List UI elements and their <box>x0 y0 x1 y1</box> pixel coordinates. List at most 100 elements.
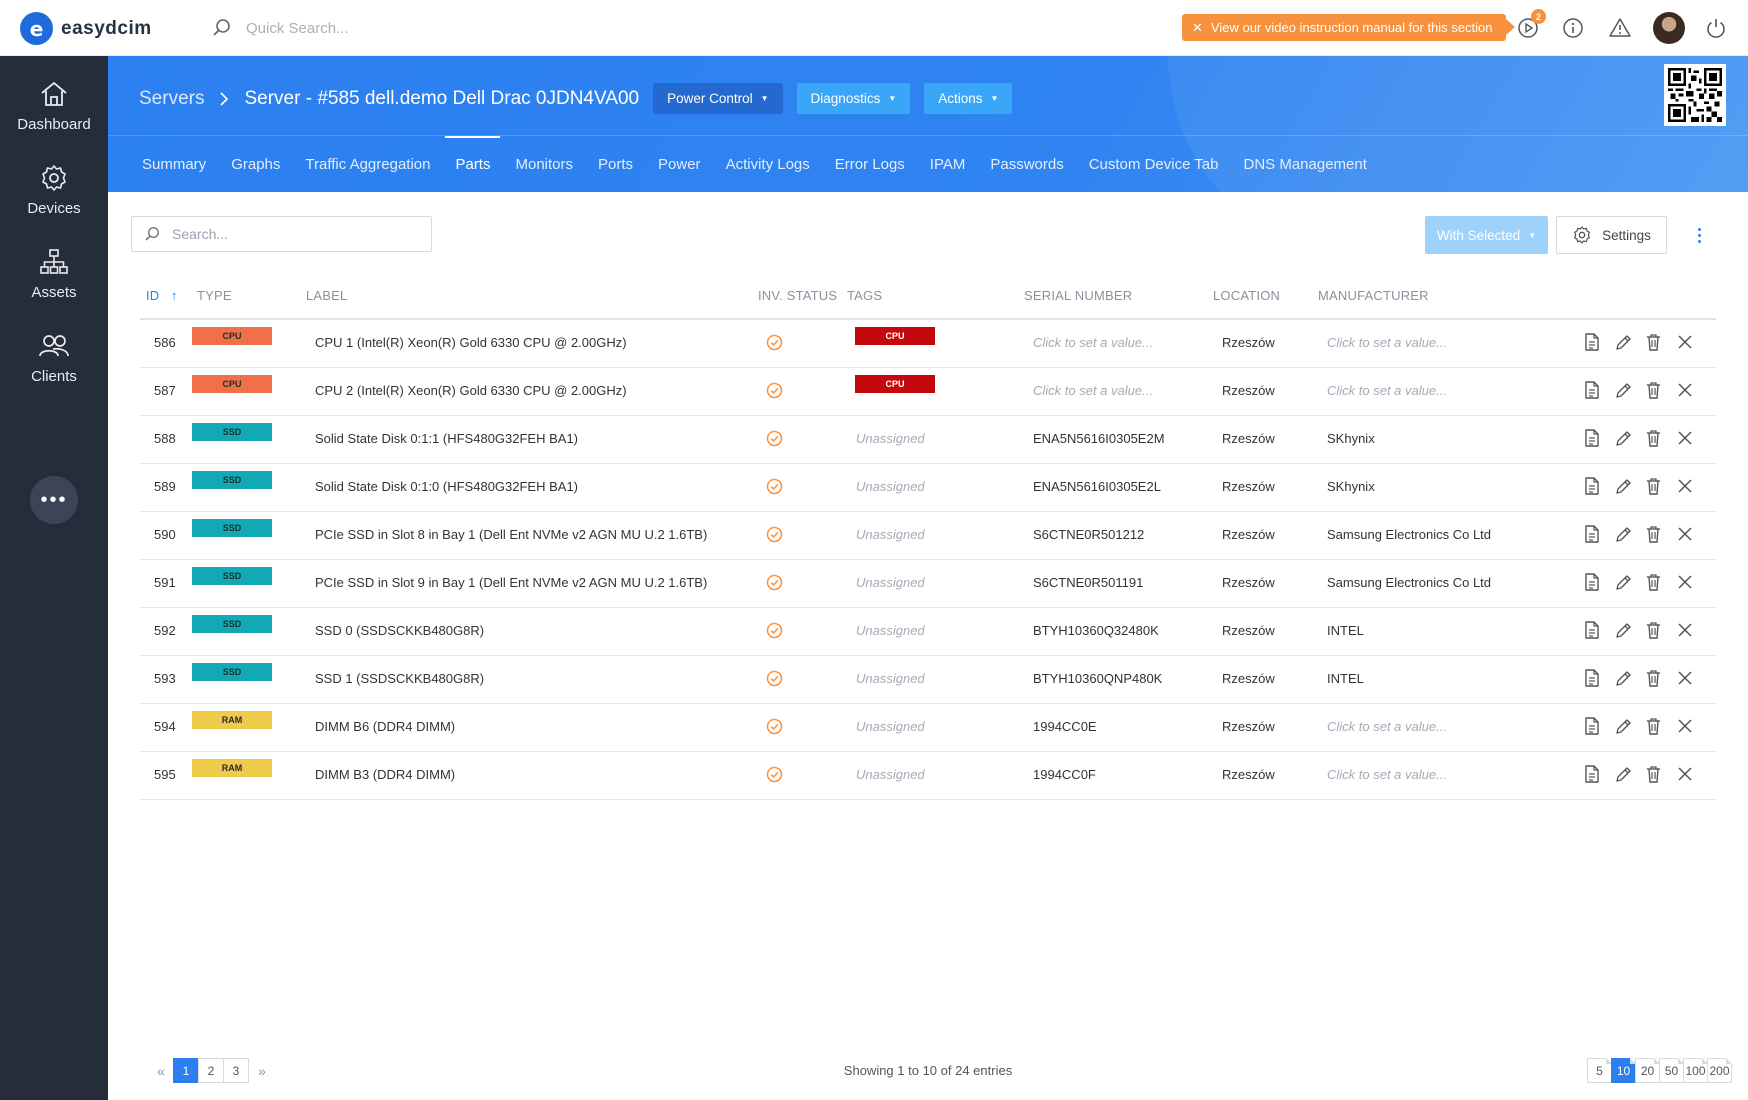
check-circle-icon[interactable] <box>766 334 783 351</box>
row-label[interactable]: PCIe SSD in Slot 8 in Bay 1 (Dell Ent NV… <box>315 527 707 542</box>
tag-unassigned[interactable]: Unassigned <box>856 431 925 446</box>
sidebar-item-clients[interactable]: Clients <box>0 332 108 385</box>
trash-icon[interactable] <box>1644 380 1663 400</box>
column-header-inv-status[interactable]: INV. STATUS <box>758 288 837 303</box>
tag-unassigned[interactable]: Unassigned <box>856 671 925 686</box>
row-label[interactable]: Solid State Disk 0:1:1 (HFS480G32FEH BA1… <box>315 431 578 446</box>
check-circle-icon[interactable] <box>766 670 783 687</box>
column-header-label[interactable]: LABEL <box>306 288 347 303</box>
row-serial-number[interactable]: Click to set a value... <box>1033 335 1153 350</box>
previous-page-icon[interactable]: « <box>148 1058 174 1083</box>
warning-icon[interactable] <box>1608 16 1632 40</box>
power-control-button[interactable]: Power Control ▼ <box>653 83 783 114</box>
edit-pencil-icon[interactable] <box>1613 764 1632 784</box>
tab-ports[interactable]: Ports <box>598 156 633 173</box>
document-icon[interactable] <box>1582 668 1601 688</box>
row-label[interactable]: DIMM B3 (DDR4 DIMM) <box>315 767 455 782</box>
document-icon[interactable] <box>1582 428 1601 448</box>
page-size-option[interactable]: 200 <box>1707 1058 1732 1083</box>
edit-pencil-icon[interactable] <box>1613 332 1632 352</box>
column-header-id[interactable]: ID ↑ <box>146 288 178 303</box>
tab-passwords[interactable]: Passwords <box>990 156 1063 173</box>
row-label[interactable]: SSD 1 (SSDSCKKB480G8R) <box>315 671 484 686</box>
trash-icon[interactable] <box>1644 572 1663 592</box>
video-manual-banner[interactable]: ✕ View our video instruction manual for … <box>1182 14 1516 41</box>
edit-pencil-icon[interactable] <box>1613 620 1632 640</box>
tab-traffic-aggregation[interactable]: Traffic Aggregation <box>305 156 430 173</box>
row-serial-number[interactable]: 1994CC0E <box>1033 719 1097 734</box>
edit-pencil-icon[interactable] <box>1613 524 1632 544</box>
trash-icon[interactable] <box>1644 764 1663 784</box>
row-label[interactable]: CPU 1 (Intel(R) Xeon(R) Gold 6330 CPU @ … <box>315 335 627 350</box>
tab-dns-management[interactable]: DNS Management <box>1244 156 1367 173</box>
edit-pencil-icon[interactable] <box>1613 380 1632 400</box>
row-manufacturer[interactable]: Click to set a value... <box>1327 383 1447 398</box>
tab-error-logs[interactable]: Error Logs <box>835 156 905 173</box>
trash-icon[interactable] <box>1644 332 1663 352</box>
close-icon[interactable] <box>1675 764 1694 784</box>
tab-ipam[interactable]: IPAM <box>930 156 966 173</box>
info-icon[interactable] <box>1561 16 1585 40</box>
edit-pencil-icon[interactable] <box>1613 476 1632 496</box>
settings-button[interactable]: Settings <box>1556 216 1667 254</box>
row-label[interactable]: PCIe SSD in Slot 9 in Bay 1 (Dell Ent NV… <box>315 575 707 590</box>
with-selected-button[interactable]: With Selected ▼ <box>1425 216 1548 254</box>
column-header-tags[interactable]: TAGS <box>847 288 882 303</box>
row-manufacturer[interactable]: SKhynix <box>1327 479 1375 494</box>
page-size-option[interactable]: 20 <box>1635 1058 1660 1083</box>
row-serial-number[interactable]: ENA5N5616I0305E2L <box>1033 479 1161 494</box>
trash-icon[interactable] <box>1644 716 1663 736</box>
close-icon[interactable] <box>1675 716 1694 736</box>
table-row[interactable]: 593 SSD SSD 1 (SSDSCKKB480G8R) Unassigne… <box>140 656 1716 704</box>
tag-unassigned[interactable]: Unassigned <box>856 767 925 782</box>
check-circle-icon[interactable] <box>766 574 783 591</box>
close-icon[interactable] <box>1675 572 1694 592</box>
check-circle-icon[interactable] <box>766 478 783 495</box>
table-row[interactable]: 592 SSD SSD 0 (SSDSCKKB480G8R) Unassigne… <box>140 608 1716 656</box>
kebab-menu-icon[interactable] <box>1692 222 1706 248</box>
edit-pencil-icon[interactable] <box>1613 428 1632 448</box>
edit-pencil-icon[interactable] <box>1613 668 1632 688</box>
trash-icon[interactable] <box>1644 524 1663 544</box>
trash-icon[interactable] <box>1644 668 1663 688</box>
edit-pencil-icon[interactable] <box>1613 716 1632 736</box>
check-circle-icon[interactable] <box>766 622 783 639</box>
row-serial-number[interactable]: BTYH10360Q32480K <box>1033 623 1159 638</box>
video-play-icon[interactable]: 2 <box>1516 9 1546 40</box>
quick-search[interactable]: Quick Search... <box>212 18 349 38</box>
row-manufacturer[interactable]: Click to set a value... <box>1327 719 1447 734</box>
more-menu-button[interactable]: ••• <box>30 476 78 524</box>
tab-parts[interactable]: Parts <box>445 136 501 173</box>
row-label[interactable]: CPU 2 (Intel(R) Xeon(R) Gold 6330 CPU @ … <box>315 383 627 398</box>
table-row[interactable]: 589 SSD Solid State Disk 0:1:0 (HFS480G3… <box>140 464 1716 512</box>
page-button[interactable]: 1 <box>173 1058 199 1083</box>
row-manufacturer[interactable]: INTEL <box>1327 623 1364 638</box>
document-icon[interactable] <box>1582 380 1601 400</box>
row-manufacturer[interactable]: Samsung Electronics Co Ltd <box>1327 575 1491 590</box>
row-serial-number[interactable]: 1994CC0F <box>1033 767 1096 782</box>
row-serial-number[interactable]: ENA5N5616I0305E2M <box>1033 431 1165 446</box>
table-row[interactable]: 594 RAM DIMM B6 (DDR4 DIMM) Unassigned 1… <box>140 704 1716 752</box>
row-label[interactable]: DIMM B6 (DDR4 DIMM) <box>315 719 455 734</box>
trash-icon[interactable] <box>1644 476 1663 496</box>
document-icon[interactable] <box>1582 524 1601 544</box>
row-manufacturer[interactable]: Samsung Electronics Co Ltd <box>1327 527 1491 542</box>
tab-monitors[interactable]: Monitors <box>515 156 573 173</box>
check-circle-icon[interactable] <box>766 718 783 735</box>
document-icon[interactable] <box>1582 620 1601 640</box>
row-manufacturer[interactable]: SKhynix <box>1327 431 1375 446</box>
tab-power[interactable]: Power <box>658 156 701 173</box>
table-row[interactable]: 595 RAM DIMM B3 (DDR4 DIMM) Unassigned 1… <box>140 752 1716 800</box>
column-header-location[interactable]: LOCATION <box>1213 288 1280 303</box>
table-row[interactable]: 591 SSD PCIe SSD in Slot 9 in Bay 1 (Del… <box>140 560 1716 608</box>
document-icon[interactable] <box>1582 764 1601 784</box>
table-row[interactable]: 590 SSD PCIe SSD in Slot 8 in Bay 1 (Del… <box>140 512 1716 560</box>
document-icon[interactable] <box>1582 572 1601 592</box>
close-icon[interactable] <box>1675 332 1694 352</box>
row-label[interactable]: SSD 0 (SSDSCKKB480G8R) <box>315 623 484 638</box>
tag-badge[interactable]: CPU <box>855 375 935 393</box>
row-serial-number[interactable]: S6CTNE0R501212 <box>1033 527 1144 542</box>
row-manufacturer[interactable]: Click to set a value... <box>1327 767 1447 782</box>
tag-unassigned[interactable]: Unassigned <box>856 719 925 734</box>
power-icon[interactable] <box>1704 16 1728 40</box>
